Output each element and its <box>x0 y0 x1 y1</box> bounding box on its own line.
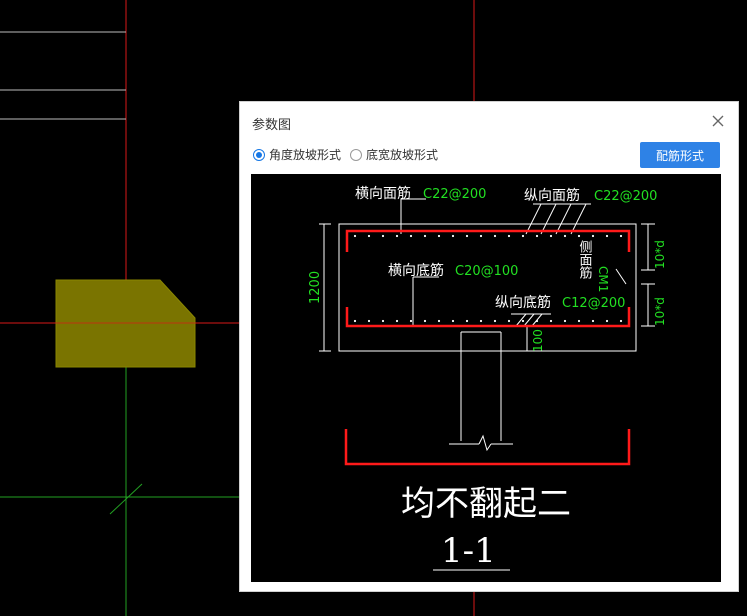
rebar-dot <box>521 234 525 238</box>
rebar-dot <box>479 319 483 323</box>
rebar-dot <box>381 234 385 238</box>
top-longitudinal-label: 纵向面筋 <box>524 187 580 204</box>
rebar-dot <box>451 319 455 323</box>
option-bottom-width-slope[interactable]: 底宽放坡形式 <box>350 146 438 163</box>
section-caption: 均不翻起二 <box>401 484 571 524</box>
rebar-dot <box>381 319 385 323</box>
rebar-dot <box>591 319 595 323</box>
rebar-dot <box>591 234 595 238</box>
rebar-dot <box>563 234 567 238</box>
section-label: 1-1 <box>441 531 496 571</box>
option-label: 角度放坡形式 <box>269 148 342 162</box>
anchor-dimension-bottom: 10*d <box>653 297 667 326</box>
lower-rebar <box>344 429 631 466</box>
rebar-dot <box>507 319 511 323</box>
rebar-dot <box>605 234 609 238</box>
side-rebar-label: 侧面筋 <box>577 240 593 279</box>
rebar-dot <box>619 234 623 238</box>
rebar-dot <box>549 234 553 238</box>
rebar-form-button[interactable]: 配筋形式 <box>640 142 720 168</box>
rebar-dot <box>479 234 483 238</box>
top-transverse-value: C22@200 <box>423 187 486 202</box>
parameter-dialog: 参数图 角度放坡形式 底宽放坡形式 配筋形式 横向面筋 C22@200 纵向面筋… <box>239 101 739 592</box>
dialog-title: 参数图 <box>252 118 292 133</box>
bottom-longitudinal-label: 纵向底筋 <box>495 294 551 311</box>
rebar-dot <box>535 234 539 238</box>
rebar-dot <box>563 319 567 323</box>
top-transverse-label: 横向面筋 <box>355 185 411 202</box>
rebar-dot <box>521 319 525 323</box>
rebar-dot <box>465 319 469 323</box>
bottom-longitudinal-value: C12@200 <box>562 296 625 311</box>
close-icon[interactable] <box>708 111 728 131</box>
rebar-dot <box>437 319 441 323</box>
rebar-dot <box>493 234 497 238</box>
rebar-dot <box>549 319 553 323</box>
top-longitudinal-value: C22@200 <box>594 189 657 204</box>
rebar-dot <box>409 319 413 323</box>
rebar-dot <box>395 319 399 323</box>
radio-selected-icon[interactable] <box>253 148 265 161</box>
rebar-dot <box>535 319 539 323</box>
rebar-dot <box>423 234 427 238</box>
bottom-transverse-label: 横向底筋 <box>388 262 444 279</box>
rebar-dot <box>367 234 371 238</box>
rebar-dot <box>507 234 511 238</box>
rebar-dot <box>465 234 469 238</box>
section-drawing: 横向面筋 C22@200 纵向面筋 C22@200 横向底筋 C20@100 纵… <box>251 174 721 582</box>
radio-unselected-icon[interactable] <box>350 148 362 161</box>
rebar-dot <box>493 319 497 323</box>
rebar-dot <box>353 319 357 323</box>
bottom-transverse-value: C20@100 <box>455 264 518 279</box>
side-rebar-value: CM1 <box>596 266 610 292</box>
height-dimension: 1200 <box>308 271 323 304</box>
rebar-dot <box>577 319 581 323</box>
rebar-dot <box>577 234 581 238</box>
rebar-dot <box>353 234 357 238</box>
option-angle-slope[interactable]: 角度放坡形式 <box>253 146 341 163</box>
rebar-dot <box>619 319 623 323</box>
rebar-dot <box>605 319 609 323</box>
rebar-dot <box>423 319 427 323</box>
rebar-dot <box>409 234 413 238</box>
anchor-dimension-top: 10*d <box>653 240 667 269</box>
cover-dimension: 100 <box>531 329 545 352</box>
rebar-dot <box>437 234 441 238</box>
option-label: 底宽放坡形式 <box>366 148 439 162</box>
rebar-dot <box>395 234 399 238</box>
rebar-dot <box>367 319 371 323</box>
rebar-dot <box>451 234 455 238</box>
